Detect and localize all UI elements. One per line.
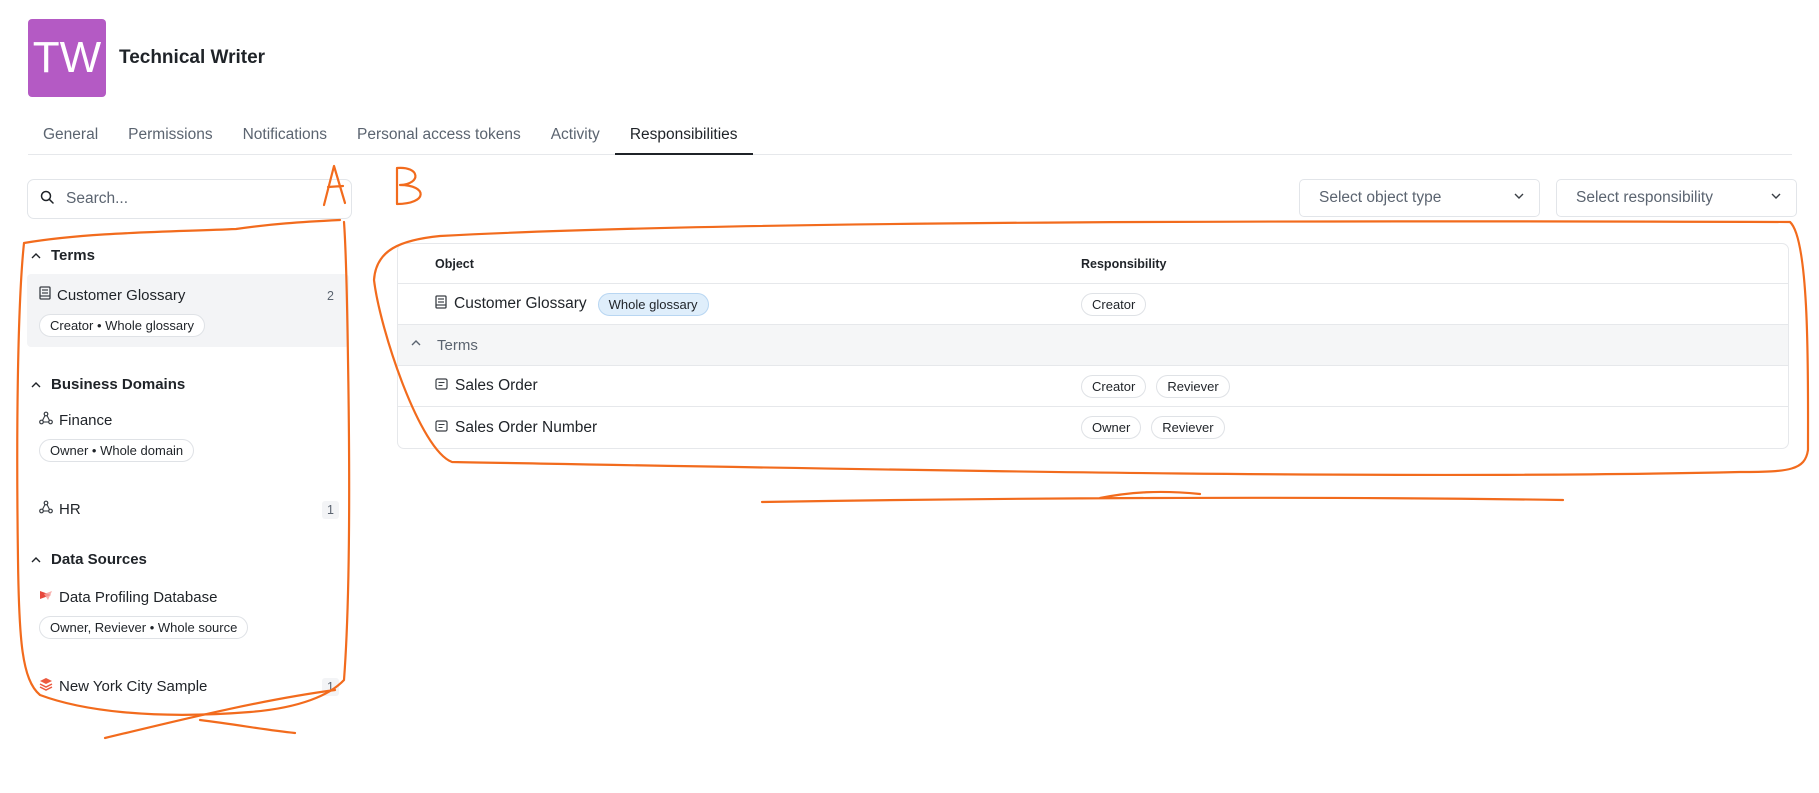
glossary-icon bbox=[39, 285, 51, 305]
responsibility-pill: Owner • Whole domain bbox=[39, 439, 195, 462]
tab-personal-access-tokens[interactable]: Personal access tokens bbox=[342, 118, 536, 155]
column-header-object: Object bbox=[435, 256, 474, 271]
responsibility-pill: Creator bbox=[1081, 374, 1147, 398]
search-input[interactable] bbox=[66, 190, 326, 208]
scope-tag: Whole glossary bbox=[597, 292, 709, 316]
chevron-up-icon bbox=[410, 336, 422, 354]
section-label: Terms bbox=[51, 246, 95, 264]
responsibility-pill: Creator • Whole glossary bbox=[39, 314, 205, 337]
table-group-row[interactable]: Terms bbox=[398, 325, 1788, 366]
tab-permissions[interactable]: Permissions bbox=[113, 118, 227, 155]
avatar: TW bbox=[28, 19, 106, 97]
responsibility-pill: Reviever bbox=[1151, 416, 1225, 439]
tree-item-label: Customer Glossary bbox=[57, 286, 186, 304]
tree-item-finance[interactable]: Finance Owner • Whole domain bbox=[27, 403, 349, 472]
tree-item-customer-glossary[interactable]: Customer Glossary 2 Creator • Whole glos… bbox=[27, 274, 349, 347]
annotation-letter-b bbox=[395, 166, 422, 206]
responsibilities-table: Object Responsibility Customer Glossary … bbox=[397, 243, 1789, 449]
tab-bar: General Permissions Notifications Person… bbox=[28, 118, 1792, 155]
responsibility-pill: Owner, Reviever • Whole source bbox=[39, 616, 249, 639]
tree-item-label: HR bbox=[59, 500, 81, 518]
table-row[interactable]: Customer Glossary Whole glossary Creator bbox=[398, 284, 1788, 325]
tree-item-new-york-city-sample[interactable]: New York City Sample 1 bbox=[27, 665, 349, 707]
tab-responsibilities[interactable]: Responsibilities bbox=[614, 118, 753, 155]
chevron-up-icon bbox=[30, 553, 42, 565]
domain-icon bbox=[39, 411, 53, 430]
responsibility-pill: Reviever bbox=[1156, 374, 1230, 398]
tab-activity[interactable]: Activity bbox=[536, 118, 615, 155]
chevron-up-icon bbox=[30, 378, 42, 390]
select-placeholder: Select responsibility bbox=[1576, 189, 1713, 206]
group-label: Terms bbox=[437, 336, 478, 354]
section-label: Business Domains bbox=[51, 375, 186, 393]
object-name[interactable]: Sales Order Number bbox=[455, 419, 597, 437]
search-box bbox=[27, 179, 352, 219]
section-data-sources-toggle[interactable]: Data Sources bbox=[27, 540, 349, 578]
page-header: TW Technical Writer bbox=[28, 19, 265, 97]
table-row[interactable]: Sales Order Creator Reviever bbox=[398, 366, 1788, 407]
search-icon bbox=[40, 190, 54, 209]
responsibility-select[interactable]: Select responsibility bbox=[1556, 179, 1797, 217]
domain-icon bbox=[39, 500, 53, 519]
column-header-responsibility: Responsibility bbox=[1081, 256, 1167, 271]
object-name[interactable]: Customer Glossary bbox=[454, 295, 587, 313]
tab-notifications[interactable]: Notifications bbox=[228, 118, 342, 155]
count-badge: 2 bbox=[327, 289, 334, 303]
tree-item-label: Finance bbox=[59, 411, 113, 429]
chevron-up-icon bbox=[30, 249, 42, 261]
responsibility-tree: Terms Customer Glossary 2 Creator • Whol… bbox=[27, 236, 349, 707]
datasource-icon bbox=[39, 588, 53, 607]
table-row[interactable]: Sales Order Number Owner Reviever bbox=[398, 407, 1788, 448]
object-type-select[interactable]: Select object type bbox=[1299, 179, 1540, 217]
page-title: Technical Writer bbox=[119, 47, 266, 68]
glossary-icon bbox=[435, 294, 447, 314]
tree-item-data-profiling-database[interactable]: Data Profiling Database Owner, Reviever … bbox=[27, 578, 349, 649]
term-icon bbox=[435, 419, 448, 437]
count-badge: 1 bbox=[322, 501, 339, 519]
tab-general[interactable]: General bbox=[28, 118, 113, 155]
section-label: Data Sources bbox=[51, 550, 147, 568]
chevron-down-icon bbox=[1513, 189, 1525, 207]
datasource-stack-icon bbox=[39, 677, 53, 696]
responsibility-pill: Owner bbox=[1081, 416, 1142, 439]
section-business-domains-toggle[interactable]: Business Domains bbox=[27, 365, 349, 403]
term-icon bbox=[435, 377, 448, 395]
annotation-strike-b bbox=[760, 490, 1565, 504]
tree-item-hr[interactable]: HR 1 bbox=[27, 488, 349, 530]
object-name[interactable]: Sales Order bbox=[455, 377, 538, 395]
tree-item-label: Data Profiling Database bbox=[59, 588, 218, 606]
section-terms-toggle[interactable]: Terms bbox=[27, 236, 349, 274]
tree-item-label: New York City Sample bbox=[59, 677, 208, 695]
table-header-row: Object Responsibility bbox=[398, 244, 1788, 284]
chevron-down-icon bbox=[1770, 189, 1782, 207]
select-placeholder: Select object type bbox=[1319, 189, 1442, 206]
count-badge: 1 bbox=[322, 678, 339, 696]
responsibility-pill: Creator bbox=[1081, 292, 1147, 316]
